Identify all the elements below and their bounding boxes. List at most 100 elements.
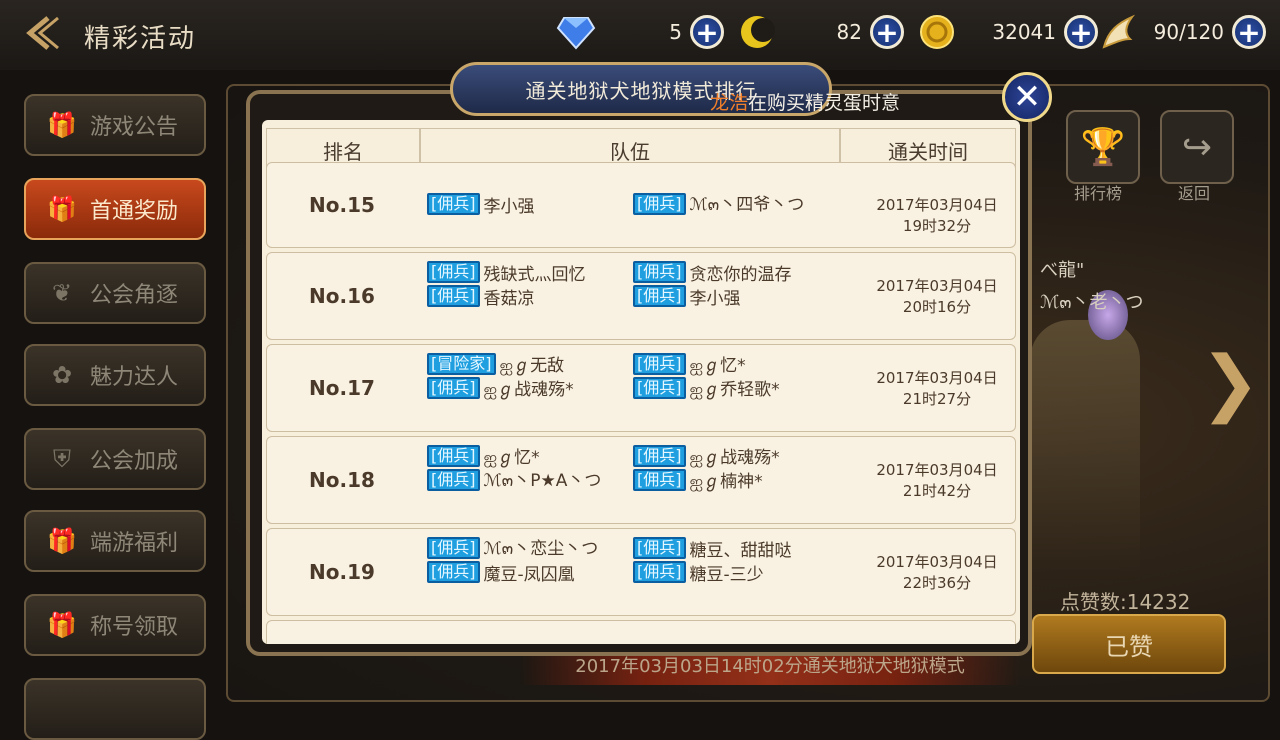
- clear-time-cell: 2017年03月04日 22时36分: [857, 529, 1017, 615]
- member-tag: [佣兵]: [427, 537, 480, 559]
- member-name: ℳ๓丶四爷丶つ: [689, 195, 805, 215]
- clear-time-cell: 2017年03月04日 20时16分: [857, 253, 1017, 339]
- member-name: ஐℊ无敌: [499, 355, 565, 376]
- trophy-icon[interactable]: 🏆: [1066, 110, 1140, 184]
- gold-coin-icon: [920, 15, 954, 49]
- add-stamina-button[interactable]: +: [1232, 15, 1266, 49]
- member-name: ℳ๓丶P★A丶つ: [483, 471, 602, 491]
- add-diamond-button[interactable]: +: [690, 15, 724, 49]
- gift-icon: 🎁: [47, 611, 77, 639]
- character-name: べ龍": [1040, 260, 1085, 281]
- sidebar-item-more[interactable]: [24, 678, 206, 740]
- rank-cell: No.19: [309, 560, 375, 584]
- character-subname: ℳ๓丶老丶つ: [1040, 292, 1144, 313]
- clear-date: 2017年03月04日: [876, 553, 998, 571]
- member-tag: [佣兵]: [427, 193, 480, 215]
- member-name: 魔豆-凤囚凰: [483, 564, 575, 585]
- stamina-resource: 90/120 +: [1100, 12, 1266, 52]
- member-name: 糖豆、甜甜哒: [689, 540, 792, 561]
- table-row[interactable]: No.18 [佣兵] ஐℊ忆* [佣兵] ℳ๓丶P★A丶つ [佣兵] ஐℊ战魂殇* […: [266, 436, 1016, 524]
- member-tag: [佣兵]: [633, 353, 686, 375]
- sidebar-item-title-claim[interactable]: 🎁 称号领取: [24, 594, 206, 656]
- clear-time-cell: 2017年03月04日 21时27分: [857, 345, 1017, 431]
- team-member: [佣兵] ℳ๓丶恋尘丶つ: [427, 537, 607, 559]
- stamina-count: 90/120: [1153, 20, 1224, 44]
- member-tag: [佣兵]: [427, 377, 480, 399]
- table-row[interactable]: No.16 [佣兵] 残缺式灬回忆 [佣兵] 香菇凉 [佣兵] 贪恋你的温存 [佣兵]…: [266, 252, 1016, 340]
- add-crescent-button[interactable]: +: [870, 15, 904, 49]
- member-name: ஐℊ乔轻歌*: [689, 379, 780, 400]
- return-arrow-icon[interactable]: ↪: [1160, 110, 1234, 184]
- member-name: 香菇凉: [483, 288, 535, 309]
- back-arrow-icon[interactable]: [20, 14, 64, 52]
- hero-figure: [1030, 320, 1140, 580]
- crescent-count: 82: [836, 20, 862, 44]
- table-row[interactable]: No.15 [佣兵] 李小强 [佣兵] ℳ๓丶四爷丶つ 2017年03月04日 19…: [266, 162, 1016, 248]
- member-tag: [佣兵]: [633, 561, 686, 583]
- clear-clock: 22时36分: [902, 574, 972, 592]
- team-member: [佣兵] ஐℊ战魂殇*: [427, 377, 607, 400]
- member-tag: [佣兵]: [427, 445, 480, 467]
- member-name: 糖豆-三少: [689, 564, 764, 585]
- sidebar-item-label: 端游福利: [90, 531, 179, 556]
- member-name: ஐℊ战魂殇*: [483, 379, 574, 400]
- sidebar-item-charm-master[interactable]: ✿ 魅力达人: [24, 344, 206, 406]
- return-label: 返回: [1178, 184, 1211, 203]
- member-tag: [佣兵]: [427, 561, 480, 583]
- member-tag: [佣兵]: [427, 261, 480, 283]
- clear-clock: 19时32分: [902, 217, 972, 235]
- member-name: 残缺式灬回忆: [483, 264, 586, 285]
- sidebar-item-first-clear-reward[interactable]: 🎁 首通奖励: [24, 178, 206, 240]
- diamond-icon: [556, 17, 596, 50]
- page-title: 精彩活动: [84, 24, 197, 54]
- crescent-resource: 82 +: [738, 12, 904, 52]
- member-tag: [佣兵]: [633, 261, 686, 283]
- wing-emblem-icon: ❦: [51, 279, 73, 307]
- table-row[interactable]: [266, 620, 1016, 644]
- member-tag: [佣兵]: [633, 445, 686, 467]
- clear-time-cell: 2017年03月04日 19时32分: [857, 163, 1017, 247]
- member-name: ஐℊ忆*: [689, 355, 746, 376]
- fairy-icon: ✿: [51, 361, 73, 389]
- member-name: 贪恋你的温存: [689, 264, 792, 285]
- add-gold-button[interactable]: +: [1064, 15, 1098, 49]
- ranking-table: 排名 队伍 通关时间 No.15 [佣兵] 李小强 [佣兵] ℳ๓丶四爷丶つ 201…: [262, 120, 1020, 644]
- ranking-label: 排行榜: [1074, 184, 1123, 203]
- member-tag: [佣兵]: [633, 469, 686, 491]
- gift-icon: 🎁: [47, 527, 77, 555]
- clear-clock: 21时42分: [902, 482, 972, 500]
- gold-resource: 32041 +: [918, 12, 1098, 52]
- sidebar-item-guild-bonus[interactable]: ⛨ 公会加成: [24, 428, 206, 490]
- rank-cell: No.15: [309, 193, 375, 217]
- team-member: [佣兵] ஐℊ忆*: [633, 353, 833, 376]
- team-member: [冒险家] ஐℊ无敌: [427, 353, 607, 376]
- member-name: ஐℊ战魂殇*: [689, 447, 780, 468]
- team-member: [佣兵] 李小强: [427, 193, 607, 217]
- clear-date: 2017年03月04日: [876, 369, 998, 387]
- clear-clock: 20时16分: [902, 298, 972, 316]
- sidebar-item-label: 公会角逐: [90, 283, 179, 308]
- like-count: 点赞数:14232: [1060, 590, 1191, 614]
- sidebar-item-guild-contest[interactable]: ❦ 公会角逐: [24, 262, 206, 324]
- member-tag: [佣兵]: [633, 193, 686, 215]
- table-row[interactable]: No.19 [佣兵] ℳ๓丶恋尘丶つ [佣兵] 魔豆-凤囚凰 [佣兵] 糖豆、甜甜哒 …: [266, 528, 1016, 616]
- sidebar-item-label: 首通奖励: [90, 199, 179, 224]
- gold-count: 32041: [992, 20, 1056, 44]
- close-icon[interactable]: ✕: [1002, 72, 1052, 122]
- ticker-player-name: 龙浩: [710, 92, 749, 114]
- sidebar-item-label: 公会加成: [90, 449, 179, 474]
- member-tag: [佣兵]: [427, 285, 480, 307]
- team-member: [佣兵] ℳ๓丶四爷丶つ: [633, 193, 833, 215]
- team-member: [佣兵] 糖豆-三少: [633, 561, 833, 585]
- member-tag: [佣兵]: [633, 285, 686, 307]
- member-tag: [佣兵]: [633, 537, 686, 559]
- liked-button[interactable]: 已赞: [1032, 614, 1226, 674]
- sidebar-item-announcement[interactable]: 🎁 游戏公告: [24, 94, 206, 156]
- team-member: [佣兵] 香菇凉: [427, 285, 607, 309]
- chevron-right-icon[interactable]: ❯: [1200, 340, 1260, 424]
- rank-cell: No.18: [309, 468, 375, 492]
- table-row[interactable]: No.17 [冒险家] ஐℊ无敌 [佣兵] ஐℊ战魂殇* [佣兵] ஐℊ忆* [佣兵]…: [266, 344, 1016, 432]
- team-member: [佣兵] 贪恋你的温存: [633, 261, 833, 285]
- sidebar-item-pc-welfare[interactable]: 🎁 端游福利: [24, 510, 206, 572]
- crescent-coin-icon: [741, 16, 775, 48]
